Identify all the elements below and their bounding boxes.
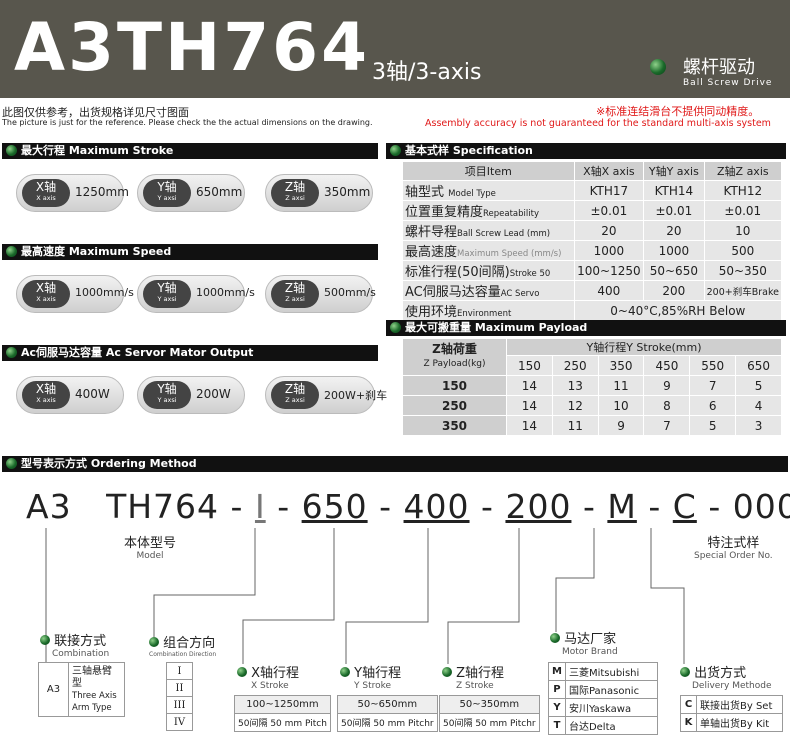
y-stroke-table: 50~650mm 50间隔 50 mm Pitchr (337, 695, 438, 732)
connect-table: A3 三轴悬臂型 Three Axis Arm Type (38, 662, 125, 717)
globe-icon (40, 635, 50, 645)
table-row: III (166, 696, 193, 714)
table-row: Y 安川Yaskawa (548, 698, 658, 717)
table-row: 50间隔 50 mm Pitchr (337, 713, 438, 732)
x-stroke-label: X轴行程 X Stroke (237, 662, 299, 691)
table-row: A3 三轴悬臂型 Three Axis Arm Type (38, 662, 125, 717)
motor-label: 马达厂家 Motor Brand (550, 628, 618, 657)
ship-label: 出货方式 Delivery Methode (680, 662, 772, 691)
table-row: K 单轴出货By Kit (680, 713, 783, 732)
table-row: 50间隔 50 mm Pitch (234, 713, 331, 732)
direction-label: 组合方向 Combination Direction (149, 636, 217, 658)
x-stroke-table: 100~1250mm 50间隔 50 mm Pitch (234, 695, 331, 732)
table-row: 50间隔 50 mm Pitchr (439, 713, 540, 732)
globe-icon (340, 667, 350, 677)
globe-icon (149, 637, 159, 647)
order-code: A3 TH764 - I - 650 - 400 - 200 - M - C -… (26, 487, 790, 526)
globe-icon (550, 633, 560, 643)
y-stroke-label: Y轴行程 Y Stroke (340, 662, 401, 691)
table-row: IV (166, 713, 193, 731)
direction-table: I II III IV (166, 662, 193, 731)
table-row: C 联接出货By Set (680, 695, 783, 714)
table-row: P 国际Panasonic (548, 680, 658, 699)
connect-label: 联接方式 Combination (40, 630, 109, 659)
table-row: M 三菱Mitsubishi (548, 662, 658, 681)
table-row: 50~650mm (337, 695, 438, 714)
table-row: T 台达Delta (548, 716, 658, 735)
table-row: 50~350mm (439, 695, 540, 714)
z-stroke-table: 50~350mm 50间隔 50 mm Pitchr (439, 695, 540, 732)
motor-table: M 三菱Mitsubishi P 国际Panasonic Y 安川Yaskawa T台… (548, 662, 658, 735)
table-row: II (166, 679, 193, 697)
table-row: 100~1250mm (234, 695, 331, 714)
globe-icon (442, 667, 452, 677)
globe-icon (680, 667, 690, 677)
z-stroke-label: Z轴行程 Z Stroke (442, 662, 504, 691)
model-label: 本体型号 Model (124, 536, 177, 561)
special-label: 特注式样 Special Order No. (694, 536, 773, 561)
ordering-connectors (45, 528, 685, 664)
table-row: I (166, 662, 193, 680)
ship-table: C 联接出货By Set K 单轴出货By Kit (680, 695, 783, 732)
globe-icon (237, 667, 247, 677)
